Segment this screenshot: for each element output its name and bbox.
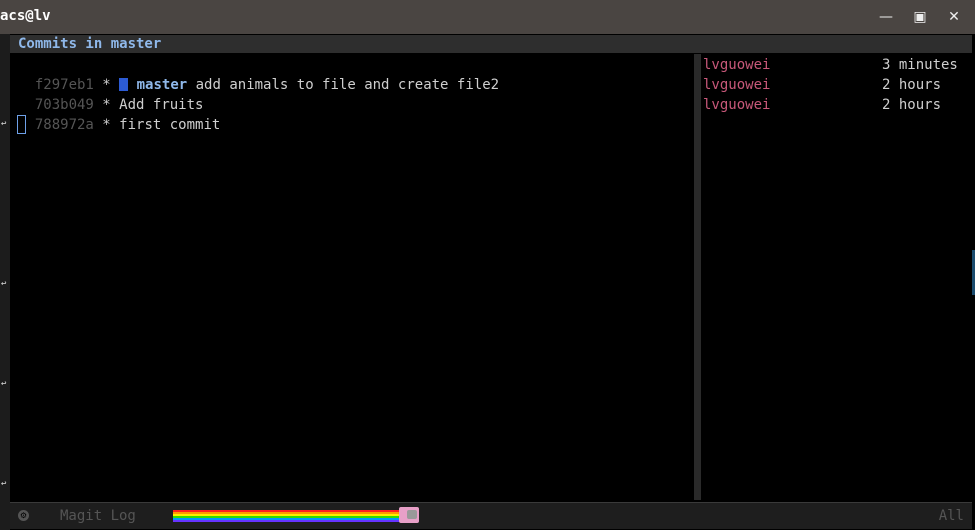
commit-date: 2 hours	[882, 77, 942, 93]
close-icon[interactable]: ✕	[944, 7, 964, 27]
header-title: Commits in master	[18, 36, 162, 52]
commit-row[interactable]: f297eb1 * master add animals to file and…	[18, 55, 499, 93]
commit-message: first commit	[119, 117, 221, 133]
major-mode-name: Magit Log	[60, 508, 136, 524]
nyan-rainbow	[173, 510, 406, 522]
left-fringe: ↩ ↩ ↩ ↩	[0, 34, 10, 530]
minimize-icon[interactable]: —	[876, 7, 896, 27]
window-titlebar: acs@lv — ▣ ✕	[0, 0, 975, 34]
column-divider	[694, 54, 701, 500]
maximize-icon[interactable]: ▣	[910, 7, 930, 27]
text-cursor	[17, 115, 26, 134]
emacs-mode-icon: ⚙	[18, 510, 29, 521]
commit-row[interactable]: 703b049 * Add fruits	[18, 75, 204, 113]
continuation-icon: ↩	[1, 379, 7, 389]
window-title: acs@lv	[0, 8, 51, 24]
commit-row[interactable]: 788972a * first commit	[18, 95, 220, 133]
commit-author: lvguowei	[703, 97, 771, 113]
graph-marker: *	[93, 117, 120, 133]
continuation-icon: ↩	[1, 479, 7, 489]
nyan-cat-icon[interactable]	[399, 507, 419, 523]
buffer-position: All	[938, 508, 964, 524]
commit-date: 2 hours	[882, 97, 942, 113]
buffer-header: Commits in master	[10, 35, 972, 53]
commit-author: lvguowei	[703, 57, 771, 73]
commit-hash[interactable]: 788972a	[35, 117, 94, 133]
mode-line: ⚙ Magit Log All	[10, 502, 972, 529]
commit-message: add animals to file and create file2	[187, 77, 500, 93]
commit-author: lvguowei	[703, 77, 771, 93]
commit-date: 3 minutes	[882, 57, 958, 73]
continuation-icon: ↩	[1, 119, 7, 129]
continuation-icon: ↩	[1, 279, 7, 289]
